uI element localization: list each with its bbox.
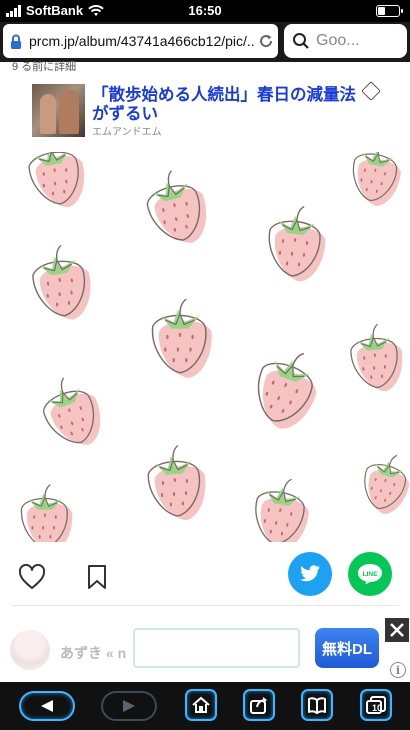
divider xyxy=(12,605,398,606)
bookmark-icon[interactable] xyxy=(86,564,108,590)
album-photo[interactable] xyxy=(0,152,410,542)
strawberry xyxy=(146,170,207,243)
strawberry xyxy=(151,298,212,378)
ad-name: あずき « n xyxy=(60,645,127,661)
back-button[interactable] xyxy=(19,691,75,721)
status-bar: SoftBank 16:50 xyxy=(0,0,410,22)
url-text: prcm.jp/album/43741a466cb12/pic/... xyxy=(29,33,254,49)
ad-choices-icon[interactable] xyxy=(361,81,381,101)
address-field[interactable]: prcm.jp/album/43741a466cb12/pic/... xyxy=(3,24,278,58)
ad-title-link[interactable]: 「散歩始める人続出」春日の減量法がずるい xyxy=(92,86,362,124)
screen: SoftBank 16:50 prcm.jp/album/43741a466cb… xyxy=(0,0,410,730)
strawberry xyxy=(147,445,206,521)
line-icon-label: LINE xyxy=(363,571,378,578)
home-button[interactable] xyxy=(185,689,217,721)
tabs-button[interactable]: 10 xyxy=(360,689,392,721)
home-icon xyxy=(192,696,210,713)
search-icon xyxy=(293,33,309,49)
share-icon xyxy=(250,697,267,714)
lock-icon xyxy=(3,34,29,49)
battery-icon xyxy=(376,5,403,17)
line-share-button[interactable]: LINE xyxy=(348,552,392,596)
share-button[interactable] xyxy=(243,689,275,721)
search-placeholder: Goo... xyxy=(316,32,360,49)
bookmarks-button[interactable] xyxy=(301,689,333,721)
book-icon xyxy=(308,697,326,714)
ad-source: エムアンドエム xyxy=(92,127,162,138)
strawberry xyxy=(258,352,317,429)
forward-arrow-icon xyxy=(123,700,135,712)
free-download-button[interactable]: 無料DL xyxy=(315,628,379,668)
ad-banner-top[interactable]: 9 る前に詳細 「散歩始める人続出」春日の減量法がずるい エムアンドエム xyxy=(0,61,410,152)
strawberry xyxy=(255,478,309,542)
strawberry xyxy=(364,454,410,514)
search-field[interactable]: Goo... xyxy=(284,24,407,58)
twitter-share-button[interactable] xyxy=(288,552,332,596)
strawberry xyxy=(42,377,101,445)
strawberry xyxy=(20,484,73,542)
line-icon: LINE xyxy=(358,564,382,585)
ad-info-icon[interactable]: i xyxy=(390,662,406,678)
strawberry xyxy=(350,323,403,392)
strawberry-pattern-image xyxy=(20,152,410,542)
browser-url-bar: prcm.jp/album/43741a466cb12/pic/... Goo.… xyxy=(0,22,410,62)
strawberry xyxy=(352,152,401,206)
forward-button[interactable] xyxy=(101,691,157,721)
strawberry xyxy=(268,206,326,282)
heart-icon[interactable] xyxy=(18,564,46,590)
ad-avatar xyxy=(10,630,50,670)
strawberry xyxy=(32,244,91,320)
ad-banner-bottom[interactable]: あずき « n 無料DL xyxy=(0,616,410,682)
reload-icon[interactable] xyxy=(254,33,278,49)
ad-thumbnail[interactable] xyxy=(32,84,85,137)
clock: 16:50 xyxy=(188,3,222,18)
strawberry xyxy=(28,152,85,208)
ad-cut-text: 9 る前に詳細 xyxy=(12,61,77,73)
back-arrow-icon xyxy=(41,700,53,712)
action-bar: LINE xyxy=(0,542,410,606)
browser-toolbar: 10 xyxy=(0,682,410,730)
twitter-icon xyxy=(300,565,320,582)
ad-input-box[interactable] xyxy=(133,628,300,668)
ad-close-icon[interactable] xyxy=(385,618,409,642)
tab-count: 10 xyxy=(372,703,383,713)
